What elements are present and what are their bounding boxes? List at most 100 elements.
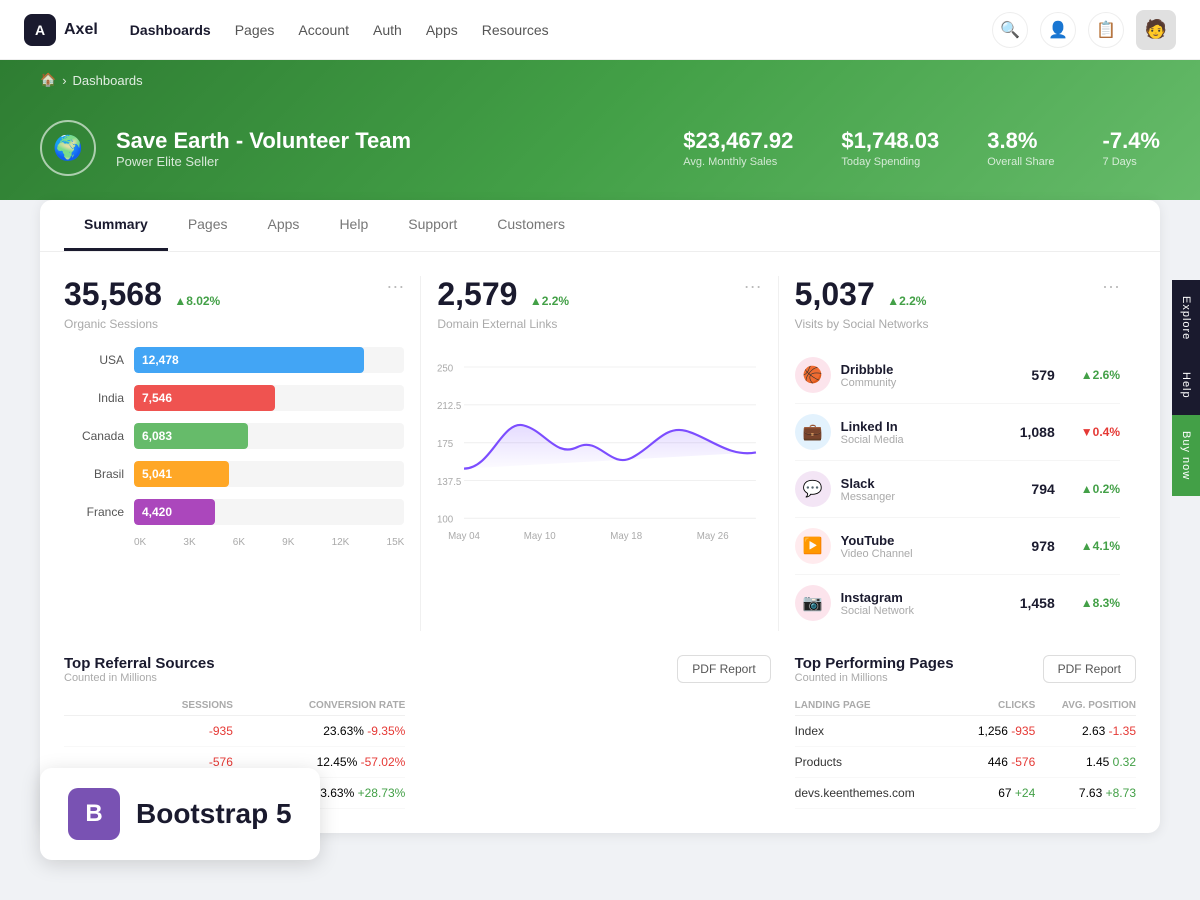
right-panel-buy-now[interactable]: Buy now [1172, 415, 1200, 496]
organic-sessions-col: 35,568 ▲8.02% ··· Organic Sessions USA 1… [64, 276, 421, 631]
referral-source [64, 716, 141, 747]
social-type: Video Channel [841, 548, 1022, 560]
hero-stat: $1,748.03Today Spending [841, 128, 939, 168]
stat-value: -7.4% [1103, 128, 1160, 154]
hero-stat: -7.4%7 Days [1103, 128, 1160, 168]
external-links-col: 2,579 ▲2.2% ··· Domain External Links 25… [421, 276, 778, 631]
referral-col-conversion: CONVERSION RATE [233, 696, 405, 716]
bootstrap-watermark: B Bootstrap 5 [40, 768, 320, 860]
metric-header-1: 35,568 ▲8.02% ··· [64, 276, 404, 313]
tabs-bar: SummaryPagesAppsHelpSupportCustomers [40, 200, 1160, 252]
brand[interactable]: A Axel [24, 14, 98, 46]
stat-value: $23,467.92 [683, 128, 793, 154]
search-button[interactable]: 🔍 [992, 12, 1028, 48]
metric3-menu[interactable]: ··· [1102, 276, 1120, 297]
nav-link-apps[interactable]: Apps [426, 22, 458, 38]
pdf-report-button-2[interactable]: PDF Report [1043, 655, 1136, 683]
bar-row: France 4,420 [64, 499, 404, 525]
hero-logo: 🌍 [40, 120, 96, 176]
top-pages-table: LANDING PAGE CLICKS AVG. POSITION Index … [795, 696, 1136, 809]
notification-button[interactable]: 👤 [1040, 12, 1076, 48]
page-name: Index [795, 716, 958, 747]
svg-text:137.5: 137.5 [437, 477, 461, 488]
line-chart-svg: 250 212.5 175 137.5 100 [437, 347, 761, 547]
bar-country: India [64, 391, 124, 405]
svg-text:175: 175 [437, 439, 453, 450]
bar-row: USA 12,478 [64, 347, 404, 373]
bar-chart: USA 12,478 India 7,546 Canada 6,083 Bras… [64, 347, 404, 525]
bar-track: 6,083 [134, 423, 404, 449]
settings-button[interactable]: 📋 [1088, 12, 1124, 48]
user-avatar[interactable]: 🧑 [1136, 10, 1176, 50]
stat-label: Overall Share [987, 156, 1054, 168]
page-avg-pos: 7.63 +8.73 [1035, 778, 1136, 809]
bar-fill: 5,041 [134, 461, 229, 487]
line-chart: 250 212.5 175 137.5 100 [437, 347, 761, 552]
bar-track: 5,041 [134, 461, 404, 487]
table-row: -935 23.63% -9.35% [64, 716, 405, 747]
svg-text:250: 250 [437, 363, 454, 374]
referral-subtitle: Counted in Millions [64, 672, 405, 684]
referral-col-source [64, 696, 141, 716]
bar-country: Canada [64, 429, 124, 443]
hero-stats: $23,467.92 Avg. Monthly Sales $1,748.03Tod… [683, 128, 1160, 168]
main-card: SummaryPagesAppsHelpSupportCustomers 35,… [40, 200, 1160, 833]
social-type: Social Network [841, 605, 1010, 617]
bar-row: Canada 6,083 [64, 423, 404, 449]
page-clicks: 67 +24 [957, 778, 1035, 809]
nav-link-auth[interactable]: Auth [373, 22, 402, 38]
top-pages-title: Top Performing Pages [795, 655, 954, 672]
page-avg-pos: 1.45 0.32 [1035, 747, 1136, 778]
tab-help[interactable]: Help [319, 200, 388, 251]
nav-link-pages[interactable]: Pages [235, 22, 275, 38]
social-info: Slack Messanger [841, 476, 1022, 503]
tab-pages[interactable]: Pages [168, 200, 248, 251]
nav-link-account[interactable]: Account [298, 22, 349, 38]
page-name: Products [795, 747, 958, 778]
nav-link-resources[interactable]: Resources [482, 22, 549, 38]
social-badge: ▲4.1% [1081, 539, 1120, 553]
hero-content: 🌍 Save Earth - Volunteer Team Power Elit… [40, 100, 1160, 200]
bar-fill: 6,083 [134, 423, 248, 449]
brand-icon: A [24, 14, 56, 46]
social-icon: 💬 [795, 471, 831, 507]
social-count: 579 [1031, 367, 1054, 383]
right-panel-explore[interactable]: Explore [1172, 280, 1200, 356]
svg-text:100: 100 [437, 515, 454, 526]
pdf-middle-card: PDF Report [429, 655, 770, 809]
page-clicks: 1,256 -935 [957, 716, 1035, 747]
tab-customers[interactable]: Customers [477, 200, 585, 251]
bar-track: 7,546 [134, 385, 404, 411]
dashboard-grid: 35,568 ▲8.02% ··· Organic Sessions USA 1… [40, 252, 1160, 655]
axis-label: 9K [282, 537, 294, 548]
tab-support[interactable]: Support [388, 200, 477, 251]
page-clicks: 446 -576 [957, 747, 1035, 778]
referral-sessions: -935 [141, 716, 232, 747]
social-item: 💬 Slack Messanger 794 ▲0.2% [795, 461, 1120, 518]
social-info: Dribbble Community [841, 362, 1022, 389]
tab-summary[interactable]: Summary [64, 200, 168, 251]
metric-header-3: 5,037 ▲2.2% ··· [795, 276, 1120, 313]
social-icon: ▶️ [795, 528, 831, 564]
table-row: Index 1,256 -935 2.63 -1.35 [795, 716, 1136, 747]
pdf-report-button-1[interactable]: PDF Report [677, 655, 770, 683]
brand-name: Axel [64, 21, 98, 39]
home-icon[interactable]: 🏠 [40, 72, 56, 88]
svg-text:May 26: May 26 [697, 531, 729, 542]
nav-right: 🔍 👤 📋 🧑 [992, 10, 1176, 50]
metric1-menu[interactable]: ··· [386, 276, 404, 297]
bar-row: India 7,546 [64, 385, 404, 411]
tab-apps[interactable]: Apps [248, 200, 320, 251]
stat-label: Avg. Monthly Sales [683, 156, 793, 168]
organic-sessions-label: Organic Sessions [64, 317, 404, 331]
hero-subtitle: Power Elite Seller [116, 154, 411, 169]
svg-text:May 04: May 04 [448, 531, 480, 542]
metric2-menu[interactable]: ··· [744, 276, 762, 297]
social-item: 🏀 Dribbble Community 579 ▲2.6% [795, 347, 1120, 404]
right-panel-help[interactable]: Help [1172, 356, 1200, 415]
breadcrumb-separator: › [62, 73, 66, 88]
bar-fill: 7,546 [134, 385, 275, 411]
social-icon: 💼 [795, 414, 831, 450]
hero-text: Save Earth - Volunteer Team Power Elite … [116, 128, 411, 169]
nav-link-dashboards[interactable]: Dashboards [130, 22, 211, 38]
